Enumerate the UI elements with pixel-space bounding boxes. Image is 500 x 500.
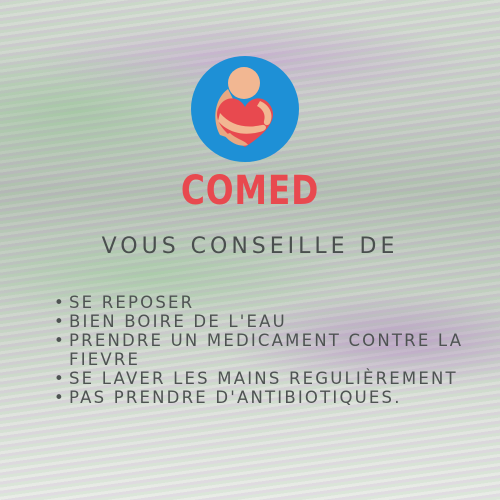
advice-text: SE REPOSER	[69, 293, 195, 312]
advice-list: • SE REPOSER • BIEN BOIRE DE L'EAU • PRENDR…	[54, 293, 484, 407]
bullet-marker: •	[54, 293, 66, 312]
advice-text: PRENDRE UN MEDICAMENT CONTRE LA FIEVRE	[69, 331, 464, 369]
advice-heading: VOUS CONSEILLE DE	[101, 234, 399, 259]
brand-name: COMED	[180, 168, 320, 214]
poster-background: COMED VOUS CONSEILLE DE • SE REPOSER • BIE…	[0, 0, 500, 500]
bullet-marker: •	[54, 312, 66, 331]
list-item: • SE LAVER LES MAINS REGULIÈREMENT	[54, 369, 484, 388]
advice-text: BIEN BOIRE DE L'EAU	[69, 312, 287, 331]
baby-hugging-heart-icon	[191, 56, 299, 162]
advice-text: PAS PRENDRE D'ANTIBIOTIQUES.	[69, 388, 402, 407]
list-item: • BIEN BOIRE DE L'EAU	[54, 312, 484, 331]
advice-text: SE LAVER LES MAINS REGULIÈREMENT	[69, 369, 458, 388]
list-item: • PRENDRE UN MEDICAMENT CONTRE LA FIEVRE	[54, 331, 484, 369]
bullet-marker: •	[54, 388, 66, 407]
bullet-marker: •	[54, 369, 66, 388]
bullet-marker: •	[54, 331, 66, 350]
list-item: • PAS PRENDRE D'ANTIBIOTIQUES.	[54, 388, 484, 407]
list-item: • SE REPOSER	[54, 293, 484, 312]
